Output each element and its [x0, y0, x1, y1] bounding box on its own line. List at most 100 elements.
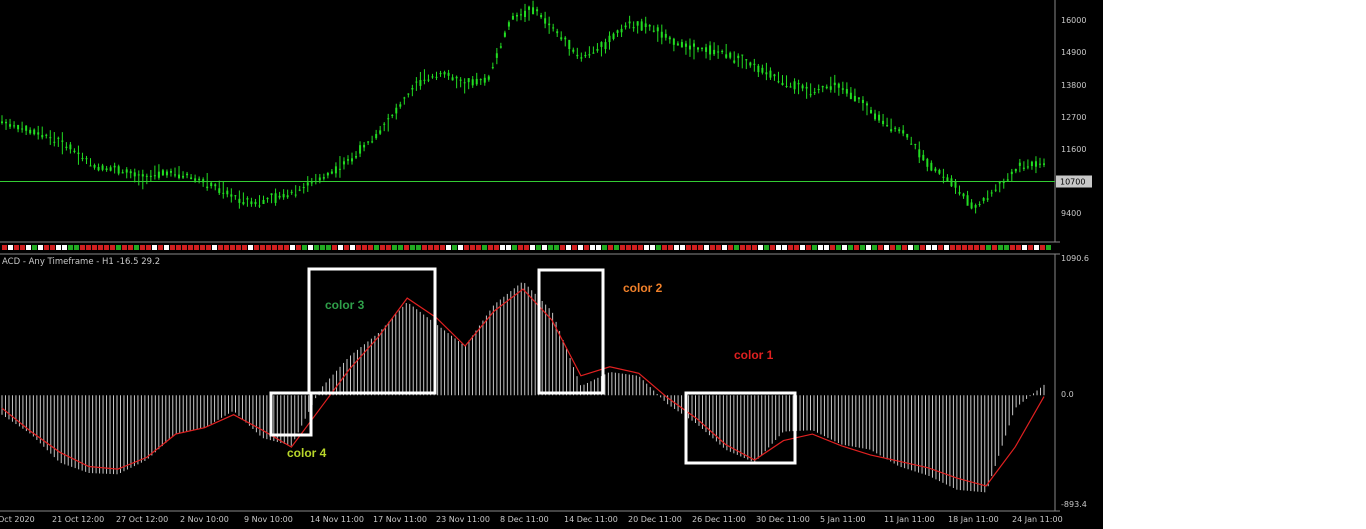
candle-body	[789, 86, 792, 88]
candle-body	[954, 182, 957, 188]
candle-body	[805, 86, 808, 89]
separator-tick	[512, 245, 517, 250]
candle-body	[77, 152, 80, 155]
separator-tick	[92, 245, 97, 250]
separator-tick	[20, 245, 25, 250]
candle-body	[467, 78, 470, 83]
candle-body	[499, 46, 502, 48]
candle-body	[600, 42, 603, 47]
candle-body	[596, 48, 599, 51]
candle-body	[524, 10, 527, 18]
candle-body	[769, 70, 772, 78]
candle-body	[447, 72, 450, 76]
pane-separator-strip[interactable]	[2, 245, 1051, 250]
candle-body	[274, 193, 277, 203]
separator-tick	[458, 245, 463, 250]
separator-tick	[938, 245, 943, 250]
candle-body	[926, 158, 929, 167]
candle-body	[934, 168, 937, 171]
separator-tick	[434, 245, 439, 250]
candle-body	[198, 178, 201, 181]
separator-tick	[968, 245, 973, 250]
candle-body	[966, 195, 969, 206]
candle-body	[580, 57, 583, 59]
candle-body	[194, 178, 197, 181]
candle-body	[105, 168, 108, 171]
candle-body	[262, 199, 265, 205]
candle-body	[109, 167, 112, 171]
separator-tick	[578, 245, 583, 250]
candle-body	[487, 76, 490, 80]
candle-body	[33, 129, 36, 135]
candle-body	[294, 194, 297, 196]
separator-tick	[722, 245, 727, 250]
candle-body	[222, 192, 225, 194]
candle-body	[439, 73, 442, 75]
separator-tick	[620, 245, 625, 250]
separator-tick	[962, 245, 967, 250]
candle-body	[451, 77, 454, 81]
separator-tick	[2, 245, 7, 250]
separator-tick	[236, 245, 241, 250]
candle-body	[141, 174, 144, 177]
candle-body	[1010, 171, 1013, 175]
candle-body	[399, 104, 402, 107]
candle-body	[829, 86, 832, 90]
time-tick-label: 5 Jan 11:00	[820, 515, 866, 524]
candle-body	[914, 144, 917, 146]
candle-body	[206, 186, 209, 189]
candle-body	[125, 169, 128, 173]
separator-tick	[548, 245, 553, 250]
candle-body	[41, 135, 44, 138]
candle-body	[1043, 163, 1045, 165]
separator-tick	[380, 245, 385, 250]
candle-body	[821, 86, 824, 88]
candle-body	[427, 79, 430, 81]
price-tick-label: 12700	[1061, 113, 1086, 122]
candle-body	[845, 88, 848, 94]
candle-body	[890, 129, 893, 132]
separator-tick	[338, 245, 343, 250]
chart-canvas[interactable]: 16000 14900 13800 12700 11600 10500 9400…	[0, 0, 1103, 529]
separator-tick	[812, 245, 817, 250]
chart-window[interactable]: 16000 14900 13800 12700 11600 10500 9400…	[0, 0, 1103, 529]
candle-body	[395, 107, 398, 114]
separator-tick	[278, 245, 283, 250]
separator-tick	[626, 245, 631, 250]
candle-body	[922, 154, 925, 161]
candle-body	[471, 79, 474, 86]
separator-tick	[206, 245, 211, 250]
candle-body	[849, 92, 852, 100]
candle-body	[1014, 168, 1017, 172]
separator-tick	[704, 245, 709, 250]
price-pane[interactable]	[0, 0, 1055, 242]
indicator-pane[interactable]	[0, 254, 1055, 511]
separator-tick	[782, 245, 787, 250]
separator-tick	[164, 245, 169, 250]
candle-body	[1022, 167, 1025, 169]
separator-tick	[1010, 245, 1015, 250]
candle-body	[226, 190, 229, 195]
candle-body	[902, 130, 905, 134]
separator-tick	[848, 245, 853, 250]
candle-body	[801, 85, 804, 89]
separator-tick	[260, 245, 265, 250]
separator-tick	[8, 245, 13, 250]
candle-body	[65, 146, 68, 148]
candle-body	[1002, 182, 1005, 184]
separator-tick	[122, 245, 127, 250]
candle-body	[906, 133, 909, 138]
separator-tick	[860, 245, 865, 250]
candle-body	[278, 195, 281, 198]
separator-tick	[140, 245, 145, 250]
separator-tick	[830, 245, 835, 250]
candle-body	[431, 76, 434, 78]
separator-tick	[998, 245, 1003, 250]
separator-tick	[254, 245, 259, 250]
separator-tick	[356, 245, 361, 250]
candle-body	[5, 121, 8, 124]
candle-body	[552, 27, 555, 29]
separator-tick	[794, 245, 799, 250]
candle-body	[705, 47, 708, 52]
separator-tick	[776, 245, 781, 250]
